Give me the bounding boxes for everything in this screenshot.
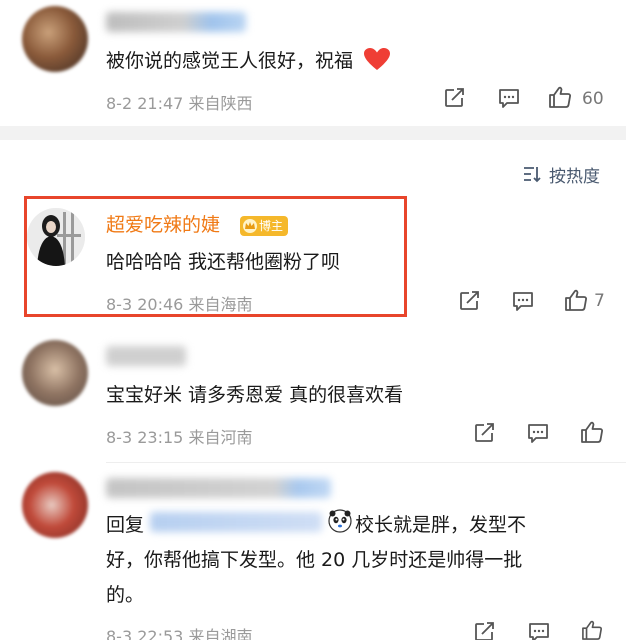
like-icon[interactable] [564, 289, 588, 311]
comment-icon[interactable] [528, 622, 550, 640]
sort-icon [524, 167, 541, 183]
sort-button[interactable]: 按热度 [522, 162, 622, 187]
avatar[interactable] [27, 208, 85, 266]
comment-text-line2: 好，你帮他搞下发型。他 20 几岁时还是帅得一批 [106, 549, 523, 571]
like-icon[interactable] [580, 620, 604, 640]
share-icon[interactable] [474, 423, 496, 443]
comment-icon[interactable] [527, 423, 549, 443]
comment-feed: 被你说的感觉王人很好，祝福 8-2 21:47 来自陕西 60 按热度 超爱吃辣… [0, 0, 626, 640]
avatar[interactable] [22, 6, 88, 72]
reply-target-blurred[interactable] [150, 512, 322, 532]
avatar[interactable] [22, 340, 88, 406]
share-icon[interactable] [474, 622, 496, 640]
sort-label: 按热度 [549, 167, 600, 187]
comment-meta: 8-3 23:15 来自河南 [106, 428, 253, 447]
like-count: 7 [594, 291, 605, 311]
author-badge: 博主 [240, 216, 288, 236]
comment-text: 哈哈哈哈 我还帮他圈粉了呗 [106, 251, 341, 273]
reply-prefix: 回复 [106, 514, 145, 536]
share-icon[interactable] [444, 88, 466, 108]
like-icon[interactable] [580, 421, 604, 443]
username-blurred[interactable] [106, 478, 331, 498]
like-count: 60 [582, 89, 604, 109]
comment-text-line1: 校长就是胖，发型不 [355, 514, 527, 536]
comment-meta: 8-3 20:46 来自海南 [106, 295, 253, 314]
heart-emoji-icon [364, 48, 391, 70]
comment-icon[interactable] [498, 88, 520, 108]
separator [106, 462, 626, 463]
crown-icon [243, 219, 257, 233]
avatar[interactable] [22, 472, 88, 538]
username-blurred[interactable] [106, 12, 246, 32]
comment-text-line3: 的。 [106, 584, 145, 606]
comment-meta: 8-3 22:53 来自湖南 [106, 627, 253, 640]
comment-meta: 8-2 21:47 来自陕西 [106, 94, 253, 113]
share-icon[interactable] [459, 291, 481, 311]
comment-text: 宝宝好米 请多秀恩爱 真的很喜欢看 [106, 384, 404, 406]
username-blurred[interactable] [106, 346, 186, 366]
panda-emoji-icon [328, 509, 352, 533]
section-divider [0, 126, 626, 140]
username[interactable]: 超爱吃辣的婕 [106, 210, 220, 237]
like-icon[interactable] [548, 86, 572, 108]
comment-text: 被你说的感觉王人很好，祝福 [106, 46, 391, 73]
comment-icon[interactable] [512, 291, 534, 311]
